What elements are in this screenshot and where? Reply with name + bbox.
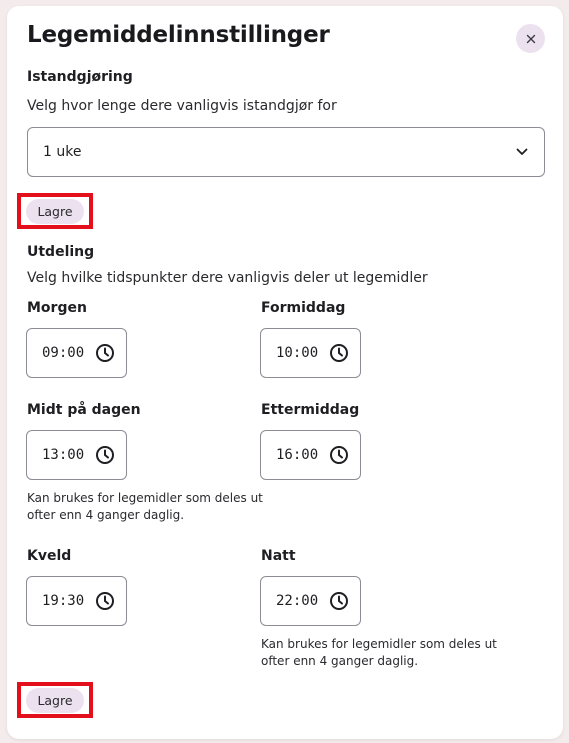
time-value: 13:00 xyxy=(42,447,85,463)
time-input-ettermiddag[interactable]: 16:00 xyxy=(260,430,361,480)
istandgjoring-heading: Istandgjøring xyxy=(27,69,133,85)
close-icon xyxy=(526,34,535,43)
time-value: 19:30 xyxy=(42,593,85,609)
close-button[interactable] xyxy=(516,24,545,53)
time-label-natt: Natt xyxy=(261,548,296,564)
clock-icon[interactable] xyxy=(329,445,349,465)
time-label-midt-pa-dagen: Midt på dagen xyxy=(27,402,141,418)
hint-midt-pa-dagen: Kan brukes for legemidler som deles ut o… xyxy=(27,491,263,522)
time-value: 22:00 xyxy=(276,593,319,609)
settings-modal: Legemiddelinnstillinger Istandgjøring Ve… xyxy=(7,6,563,739)
time-label-kveld: Kveld xyxy=(27,548,72,564)
utdeling-description: Velg hvilke tidspunkter dere vanligvis d… xyxy=(27,270,428,286)
time-label-formiddag: Formiddag xyxy=(261,300,346,316)
istandgjoring-description: Velg hvor lenge dere vanligvis istandgjø… xyxy=(27,98,337,114)
clock-icon[interactable] xyxy=(95,591,115,611)
clock-icon[interactable] xyxy=(95,445,115,465)
utdeling-heading: Utdeling xyxy=(27,244,95,260)
time-input-formiddag[interactable]: 10:00 xyxy=(260,328,361,378)
clock-icon[interactable] xyxy=(329,591,349,611)
save-highlight-top: Lagre xyxy=(17,193,93,229)
duration-select-value: 1 uke xyxy=(43,144,82,160)
chevron-down-icon xyxy=(516,148,528,155)
hint-natt: Kan brukes for legemidler som deles ut o… xyxy=(261,637,497,668)
time-label-morgen: Morgen xyxy=(27,300,87,316)
time-value: 09:00 xyxy=(42,345,85,361)
modal-title: Legemiddelinnstillinger xyxy=(27,22,330,48)
time-input-morgen[interactable]: 09:00 xyxy=(26,328,127,378)
time-input-kveld[interactable]: 19:30 xyxy=(26,576,127,626)
time-value: 10:00 xyxy=(276,345,319,361)
time-input-natt[interactable]: 22:00 xyxy=(260,576,361,626)
save-button-utdeling[interactable]: Lagre xyxy=(26,687,84,713)
clock-icon[interactable] xyxy=(95,343,115,363)
save-button-istandgjoring[interactable]: Lagre xyxy=(26,198,84,224)
time-label-ettermiddag: Ettermiddag xyxy=(261,402,360,418)
time-value: 16:00 xyxy=(276,447,319,463)
duration-select[interactable]: 1 uke xyxy=(27,127,545,177)
time-input-midt-pa-dagen[interactable]: 13:00 xyxy=(26,430,127,480)
clock-icon[interactable] xyxy=(329,343,349,363)
save-highlight-bottom: Lagre xyxy=(17,682,93,718)
